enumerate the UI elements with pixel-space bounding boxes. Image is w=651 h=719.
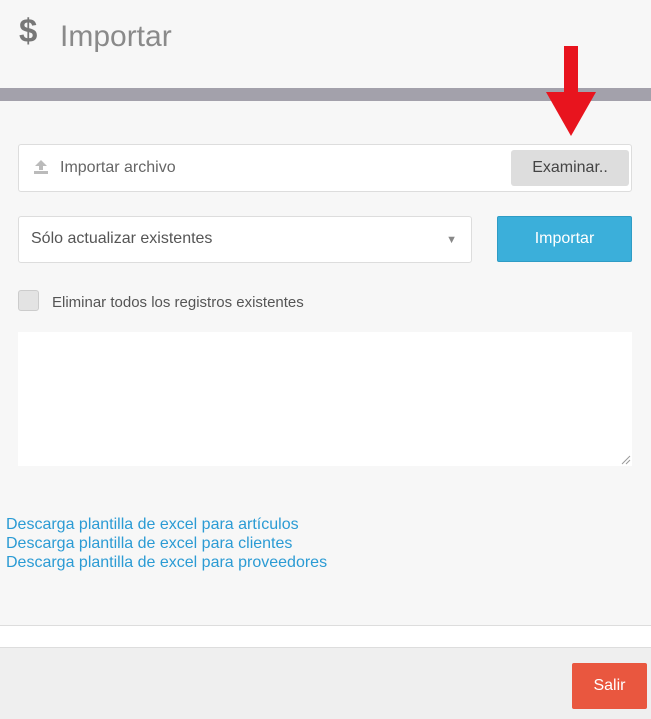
- modal-title: Importar: [60, 20, 172, 53]
- log-textarea[interactable]: [18, 332, 632, 466]
- chevron-down-icon: ▼: [446, 234, 457, 246]
- exit-button[interactable]: Salir: [572, 663, 647, 709]
- spacer: [0, 626, 651, 647]
- dollar-icon: $: [19, 12, 38, 49]
- browse-button[interactable]: Examinar..: [511, 150, 629, 186]
- file-input[interactable]: Importar archivo Examinar..: [18, 144, 632, 192]
- file-input-placeholder: Importar archivo: [60, 159, 176, 176]
- template-link-suppliers[interactable]: Descarga plantilla de excel para proveed…: [6, 553, 327, 572]
- template-link-clients[interactable]: Descarga plantilla de excel para cliente…: [6, 534, 327, 553]
- annotation-arrow-icon: [546, 46, 596, 136]
- import-button[interactable]: Importar: [497, 216, 632, 262]
- delete-existing-checkbox[interactable]: [18, 290, 39, 311]
- modal-footer: [0, 647, 651, 719]
- mode-select[interactable]: Sólo actualizar existentes ▼: [18, 216, 472, 263]
- template-link-articles[interactable]: Descarga plantilla de excel para artícul…: [6, 515, 327, 534]
- resize-handle-icon[interactable]: [621, 455, 631, 465]
- upload-icon: [34, 160, 48, 174]
- delete-existing-label: Eliminar todos los registros existentes: [52, 294, 304, 311]
- template-links: Descarga plantilla de excel para artícul…: [6, 515, 327, 572]
- mode-select-value: Sólo actualizar existentes: [31, 230, 213, 247]
